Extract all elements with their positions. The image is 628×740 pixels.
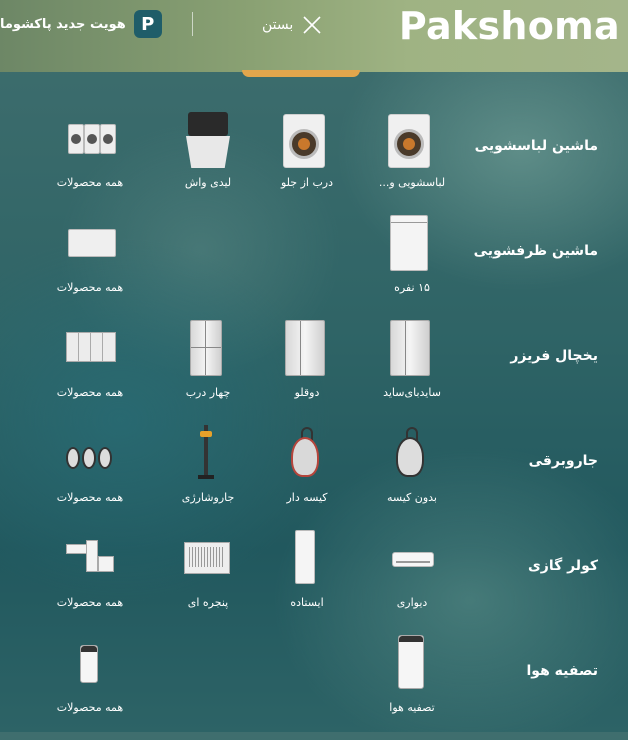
close-label: بستن xyxy=(262,17,294,33)
category-title[interactable]: کولر گازی xyxy=(528,558,598,574)
product-label: ۱۵ نفره xyxy=(394,281,430,294)
product-label: بدون کیسه xyxy=(387,491,437,504)
cordless-vacuum-icon xyxy=(178,425,238,485)
front-load-washer-icon xyxy=(382,110,442,170)
front-load-washer-icon xyxy=(277,110,337,170)
bagless-vacuum-icon xyxy=(382,425,442,485)
product-item[interactable]: دیواری xyxy=(367,530,457,609)
category-row-washing-machine: ماشین لباسشویی لباسشویی و... درب از جلو … xyxy=(0,110,628,215)
product-item[interactable]: همه محصولات xyxy=(45,635,135,714)
category-title[interactable]: تصفیه هوا xyxy=(527,663,599,679)
header-divider xyxy=(192,12,193,36)
product-label: پنجره ای xyxy=(187,596,229,609)
product-item[interactable]: بدون کیسه xyxy=(367,425,457,504)
category-row-fridge: یخچال فریزر سایدبای‌ساید دوقلو چهار درب … xyxy=(0,320,628,425)
product-label: لیدی واش xyxy=(184,176,232,189)
product-label: سایدبای‌ساید xyxy=(383,386,441,399)
bag-vacuum-icon xyxy=(277,425,337,485)
vacuum-group-icon xyxy=(60,425,120,485)
washer-group-icon xyxy=(60,110,120,170)
product-label: درب از جلو xyxy=(280,176,334,189)
category-title[interactable]: ماشین لباسشویی xyxy=(475,138,598,154)
category-row-air-purifier: تصفیه هوا تصفیه هوا همه محصولات xyxy=(0,635,628,740)
product-item[interactable]: همه محصولات xyxy=(45,530,135,609)
ac-group-icon xyxy=(60,530,120,590)
dishwasher-group-icon xyxy=(60,215,120,275)
product-label: کیسه دار xyxy=(286,491,328,504)
product-item[interactable]: همه محصولات xyxy=(45,425,135,504)
twin-fridge-icon xyxy=(277,320,337,380)
category-title[interactable]: جاروبرقی xyxy=(529,453,598,469)
window-ac-icon xyxy=(178,530,238,590)
category-title[interactable]: ماشین ظرفشویی xyxy=(474,243,598,259)
pakshoma-logo[interactable]: Pakshoma xyxy=(399,4,620,48)
product-item[interactable]: ایستاده xyxy=(262,530,352,609)
product-item[interactable]: همه محصولات xyxy=(45,110,135,189)
wall-ac-icon xyxy=(382,530,442,590)
air-purifier-group-icon xyxy=(60,635,120,695)
product-item[interactable]: درب از جلو xyxy=(262,110,352,189)
product-label: همه محصولات xyxy=(56,281,124,294)
air-purifier-icon xyxy=(382,635,442,695)
product-item[interactable]: ۱۵ نفره xyxy=(367,215,457,294)
four-door-fridge-icon xyxy=(178,320,238,380)
product-label: همه محصولات xyxy=(56,386,124,399)
category-title[interactable]: یخچال فریزر xyxy=(510,348,598,364)
product-label: همه محصولات xyxy=(56,701,124,714)
top-load-washer-icon xyxy=(178,110,238,170)
category-row-dishwasher: ماشین ظرفشویی ۱۵ نفره همه محصولات xyxy=(0,215,628,320)
product-label: دیواری xyxy=(396,596,428,609)
product-item[interactable]: پنجره ای xyxy=(163,530,253,609)
product-label: همه محصولات xyxy=(56,596,124,609)
product-label: همه محصولات xyxy=(56,491,124,504)
close-icon xyxy=(303,16,321,34)
product-label: چهار درب xyxy=(185,386,231,399)
side-by-side-fridge-icon xyxy=(382,320,442,380)
category-row-vacuum: جاروبرقی بدون کیسه کیسه دار جاروشارژی هم… xyxy=(0,425,628,530)
top-header: Pakshoma بستن هویت جدید پاکشوما P xyxy=(0,0,628,72)
product-label: جاروشارژی xyxy=(181,491,235,504)
product-item[interactable]: همه محصولات xyxy=(45,215,135,294)
product-item[interactable]: سایدبای‌ساید xyxy=(367,320,457,399)
product-label: لباسشویی و... xyxy=(378,176,446,189)
fridge-group-icon xyxy=(60,320,120,380)
product-item[interactable]: لباسشویی و... xyxy=(367,110,457,189)
product-label: همه محصولات xyxy=(56,176,124,189)
product-item[interactable]: چهار درب xyxy=(163,320,253,399)
product-item[interactable]: تصفیه هوا xyxy=(367,635,457,714)
product-label: تصفیه هوا xyxy=(389,701,435,714)
pakshoma-p-icon: P xyxy=(133,10,162,38)
dishwasher-icon xyxy=(382,215,442,275)
product-item[interactable]: کیسه دار xyxy=(262,425,352,504)
brand-identity-link[interactable]: هویت جدید پاکشوما P xyxy=(0,10,162,38)
product-item[interactable]: دوقلو xyxy=(262,320,352,399)
product-label: دوقلو xyxy=(294,386,320,399)
category-row-air-conditioner: کولر گازی دیواری ایستاده پنجره ای همه مح… xyxy=(0,530,628,635)
close-menu-button[interactable]: بستن xyxy=(262,12,334,38)
floor-standing-ac-icon xyxy=(277,530,337,590)
product-item[interactable]: همه محصولات xyxy=(45,320,135,399)
menu-handle[interactable] xyxy=(242,70,360,77)
product-item[interactable]: جاروشارژی xyxy=(163,425,253,504)
product-item[interactable]: لیدی واش xyxy=(163,110,253,189)
brand-identity-label: هویت جدید پاکشوما xyxy=(0,16,126,32)
product-label: ایستاده xyxy=(290,596,324,609)
